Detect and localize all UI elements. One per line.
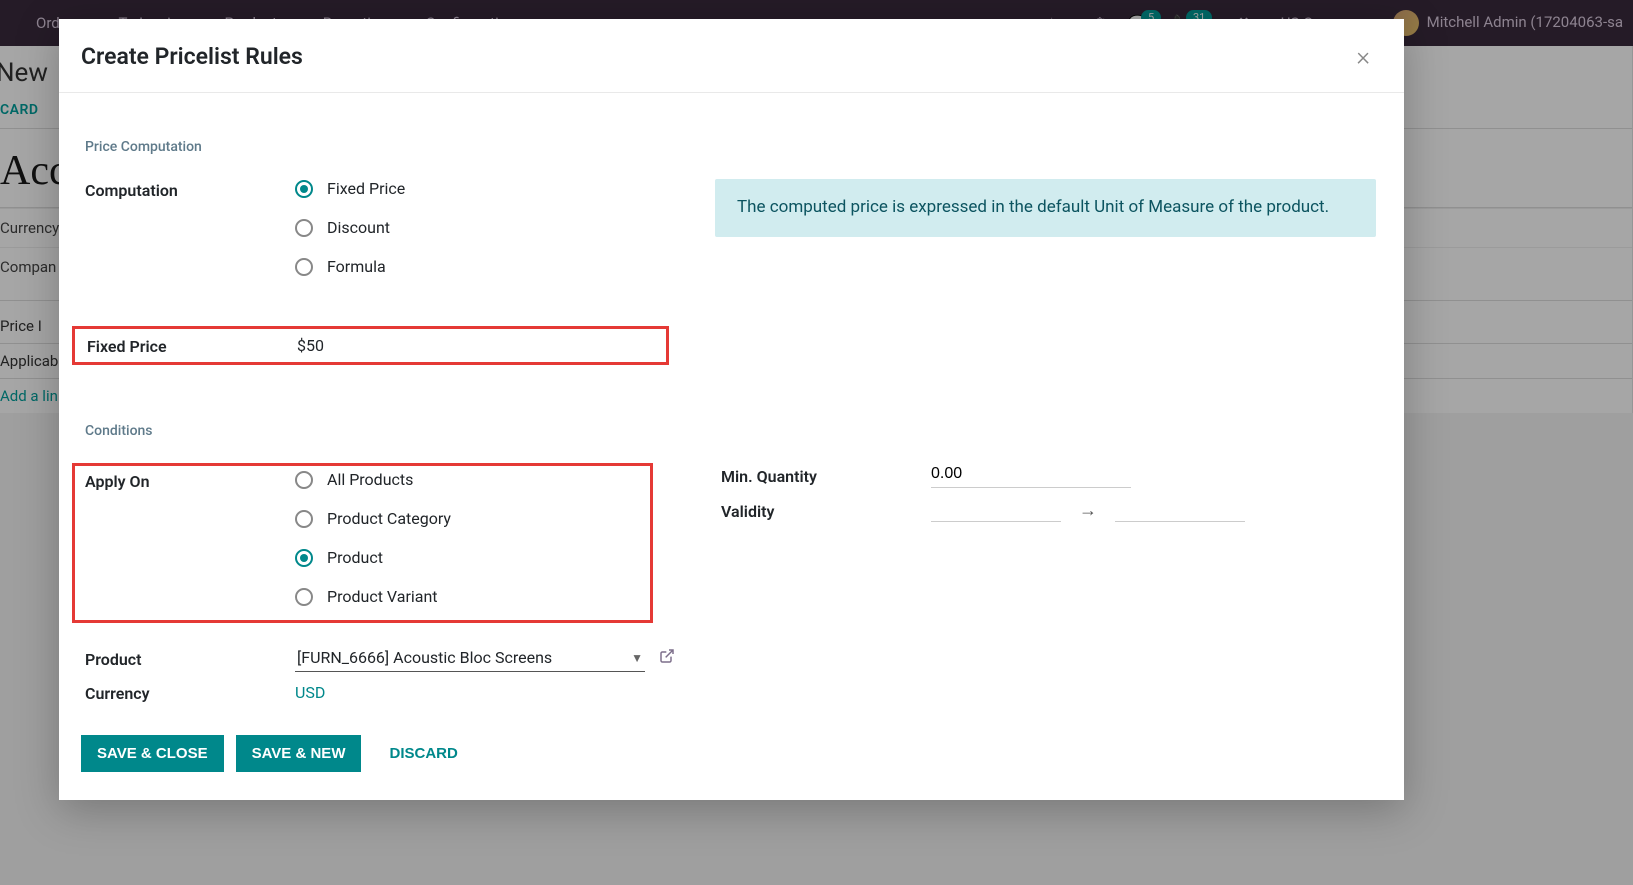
- radio-icon: [295, 180, 313, 198]
- radio-icon: [295, 549, 313, 567]
- modal-body: Price Computation Computation Fixed Pric…: [59, 93, 1404, 719]
- label-validity: Validity: [721, 500, 931, 521]
- radio-product-variant[interactable]: Product Variant: [295, 587, 646, 606]
- create-pricelist-rules-modal: Create Pricelist Rules × Price Computati…: [59, 19, 1404, 800]
- label-computation: Computation: [85, 179, 295, 200]
- computation-radio-group: Fixed Price Discount Formula: [295, 179, 675, 276]
- radio-icon: [295, 219, 313, 237]
- radio-icon: [295, 510, 313, 528]
- highlight-fixed-price: Fixed Price $50: [72, 326, 669, 365]
- radio-product[interactable]: Product: [295, 548, 646, 567]
- fixed-price-value[interactable]: $50: [297, 336, 660, 355]
- info-uom-note: The computed price is expressed in the d…: [715, 179, 1376, 237]
- radio-all-products[interactable]: All Products: [295, 470, 646, 489]
- modal-header: Create Pricelist Rules ×: [59, 19, 1404, 93]
- label-currency: Currency: [85, 682, 295, 703]
- radio-label: Discount: [327, 218, 390, 237]
- label-min-quantity: Min. Quantity: [721, 465, 931, 486]
- save-new-button[interactable]: SAVE & NEW: [236, 735, 362, 772]
- validity-start-input[interactable]: [931, 498, 1061, 522]
- discard-button[interactable]: DISCARD: [373, 735, 473, 772]
- product-select-value: [FURN_6666] Acoustic Bloc Screens: [297, 648, 552, 667]
- radio-icon: [295, 471, 313, 489]
- section-conditions: Conditions: [85, 423, 1376, 439]
- label-apply-on: Apply On: [85, 470, 295, 491]
- highlight-apply-on: Apply On All Products Product Category: [72, 463, 653, 623]
- min-quantity-input[interactable]: [931, 463, 1131, 488]
- label-product: Product: [85, 648, 295, 669]
- modal-title: Create Pricelist Rules: [81, 43, 303, 70]
- radio-label: Formula: [327, 257, 386, 276]
- radio-icon: [295, 588, 313, 606]
- label-fixed-price: Fixed Price: [87, 335, 297, 356]
- radio-label: Fixed Price: [327, 179, 405, 198]
- validity-end-input[interactable]: [1115, 498, 1245, 522]
- radio-formula[interactable]: Formula: [295, 257, 675, 276]
- chevron-down-icon: ▼: [631, 651, 643, 665]
- currency-value[interactable]: USD: [295, 683, 325, 702]
- radio-label: Product Category: [327, 509, 451, 528]
- external-link-icon[interactable]: [659, 648, 675, 669]
- radio-label: Product Variant: [327, 587, 438, 606]
- modal-footer: SAVE & CLOSE SAVE & NEW DISCARD: [59, 719, 1404, 800]
- save-close-button[interactable]: SAVE & CLOSE: [81, 735, 224, 772]
- close-icon[interactable]: ×: [1356, 44, 1370, 70]
- section-price-computation: Price Computation: [85, 139, 1376, 155]
- product-select[interactable]: [FURN_6666] Acoustic Bloc Screens ▼: [295, 645, 645, 672]
- radio-label: All Products: [327, 470, 413, 489]
- arrow-right-icon: →: [1079, 500, 1097, 521]
- radio-discount[interactable]: Discount: [295, 218, 675, 237]
- radio-label: Product: [327, 548, 383, 567]
- radio-icon: [295, 258, 313, 276]
- radio-fixed-price[interactable]: Fixed Price: [295, 179, 675, 198]
- radio-product-category[interactable]: Product Category: [295, 509, 646, 528]
- apply-on-radio-group: All Products Product Category Product: [295, 470, 646, 606]
